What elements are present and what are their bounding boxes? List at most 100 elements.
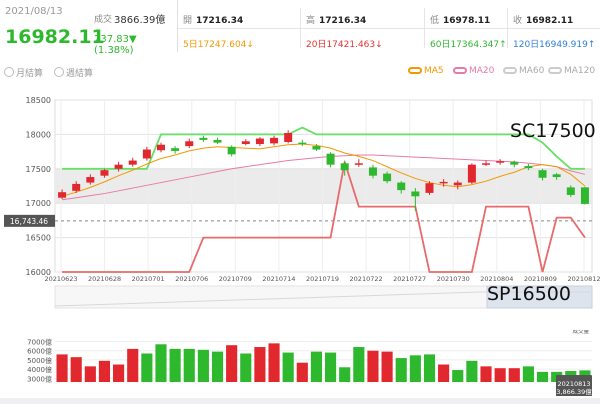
y-tick-label: 17000 bbox=[26, 199, 51, 208]
close-cell: 收 16982.11 bbox=[513, 13, 573, 26]
candle-body bbox=[354, 163, 363, 165]
quote-date: 2021/08/13 bbox=[5, 6, 63, 17]
candle-body bbox=[156, 144, 165, 151]
x-tick-label: 20210623 bbox=[44, 275, 77, 283]
y-tick-label: 18000 bbox=[26, 130, 51, 139]
candle-body bbox=[482, 163, 491, 165]
x-tick-label: 20210701 bbox=[132, 275, 165, 283]
radio-circle-icon bbox=[54, 67, 64, 77]
legend-ma5-toggle[interactable]: MA5 bbox=[408, 66, 444, 76]
candle-body bbox=[510, 161, 519, 165]
candle-body bbox=[566, 187, 575, 195]
volume-bar bbox=[226, 345, 238, 382]
legend-swatch-icon bbox=[408, 67, 422, 74]
candle-body bbox=[270, 137, 279, 144]
open-value: 17216.34 bbox=[196, 16, 244, 26]
candle-body bbox=[467, 164, 476, 183]
legend-swatch-icon bbox=[548, 67, 562, 74]
quote-summary: 2021/08/13 16982.11 成交 3866.39億 237.83▼ … bbox=[0, 0, 178, 56]
volume-y-tick: 6000億 bbox=[27, 347, 52, 356]
candle-body bbox=[552, 174, 561, 178]
volume-bar bbox=[84, 366, 96, 382]
candle-body bbox=[538, 170, 547, 178]
legend-ma20-label: MA20 bbox=[469, 66, 495, 76]
candle-body bbox=[58, 192, 67, 198]
volume-bar bbox=[381, 351, 393, 382]
candle-body bbox=[439, 181, 448, 184]
candle-body bbox=[397, 182, 406, 191]
candle-body bbox=[425, 183, 434, 193]
x-tick-label: 20210809 bbox=[524, 275, 557, 283]
divider bbox=[177, 28, 600, 29]
volume-bar bbox=[127, 348, 139, 382]
volume-bar bbox=[98, 360, 111, 382]
volume-bar bbox=[466, 360, 478, 382]
y-tick-label: 17500 bbox=[26, 165, 51, 174]
open-cell: 開 17216.34 bbox=[183, 13, 243, 26]
volume-y-tick: 7000億 bbox=[27, 338, 52, 347]
volume-bar bbox=[522, 366, 534, 382]
candle-body bbox=[142, 149, 151, 159]
low-label: 低 bbox=[430, 16, 440, 26]
ma120-value: 120日16949.919↑ bbox=[513, 40, 596, 50]
candle-body bbox=[199, 137, 208, 140]
volume-bar bbox=[339, 367, 351, 382]
candle-body bbox=[340, 163, 349, 171]
close-label: 收 bbox=[513, 16, 523, 26]
volume-bar bbox=[70, 357, 82, 382]
candle-body bbox=[312, 146, 321, 150]
x-tick-label: 20210709 bbox=[219, 275, 252, 283]
volume-bar bbox=[296, 362, 308, 382]
candle-body bbox=[326, 153, 335, 165]
candle-body bbox=[411, 191, 420, 197]
volume-y-tick: 4000億 bbox=[27, 365, 52, 374]
open-label: 開 bbox=[183, 16, 193, 26]
candle-body bbox=[86, 177, 95, 183]
volume-bar bbox=[268, 343, 280, 382]
volume-bar bbox=[169, 348, 181, 382]
volume-bar bbox=[141, 353, 153, 382]
weekly-radio[interactable]: 週結算 bbox=[54, 66, 93, 79]
volume-bar bbox=[113, 364, 125, 382]
volume-label: 成交 bbox=[94, 15, 113, 25]
legend-ma60-label: MA60 bbox=[519, 66, 545, 76]
volume-bar bbox=[56, 354, 68, 382]
candle-body bbox=[241, 141, 250, 145]
candle-body bbox=[255, 138, 264, 145]
candle-body bbox=[496, 161, 505, 163]
volume-bar bbox=[536, 371, 549, 382]
legend-ma120-toggle[interactable]: MA120 bbox=[548, 66, 595, 76]
x-tick-label: 20210719 bbox=[306, 275, 339, 283]
monthly-radio[interactable]: 月結算 bbox=[4, 66, 43, 79]
high-cell: 高 17216.34 bbox=[306, 13, 366, 26]
legend-ma20-toggle[interactable]: MA20 bbox=[453, 66, 494, 76]
x-tick-label: 20210727 bbox=[393, 275, 426, 283]
volume-bar bbox=[395, 358, 407, 382]
volume-bar bbox=[254, 347, 266, 382]
volume-bar bbox=[183, 348, 195, 382]
volume-bar bbox=[452, 370, 464, 382]
x-tick-label: 20210714 bbox=[262, 275, 295, 283]
volume-bar bbox=[211, 351, 224, 382]
crosshair-label: 16,743.46 bbox=[10, 217, 48, 226]
x-tick-label: 20210730 bbox=[437, 275, 470, 283]
candle-body bbox=[72, 183, 81, 191]
price-change: 237.83▼ (1.38%) bbox=[94, 34, 137, 56]
horizontal-scrollbar[interactable] bbox=[0, 398, 600, 404]
volume-chart[interactable]: 成交量 7000億6000億5000億4000億3000億 202108133,86… bbox=[0, 330, 600, 396]
candle-body bbox=[185, 141, 194, 147]
ma5-value: 5日17247.604↓ bbox=[183, 40, 254, 50]
candle-body bbox=[524, 166, 533, 169]
volume-bar bbox=[480, 366, 492, 382]
high-label: 高 bbox=[306, 16, 316, 26]
candle-body bbox=[580, 187, 589, 204]
candle-body bbox=[114, 164, 123, 169]
candle-body bbox=[128, 160, 137, 165]
weekly-label: 週結算 bbox=[66, 69, 94, 79]
volume-bar bbox=[197, 349, 209, 382]
volume-bar bbox=[310, 351, 322, 382]
x-tick-label: 20210812 bbox=[567, 275, 600, 283]
candle-body bbox=[100, 170, 109, 176]
legend-ma60-toggle[interactable]: MA60 bbox=[503, 66, 544, 76]
legend-ma120-label: MA120 bbox=[564, 66, 596, 76]
